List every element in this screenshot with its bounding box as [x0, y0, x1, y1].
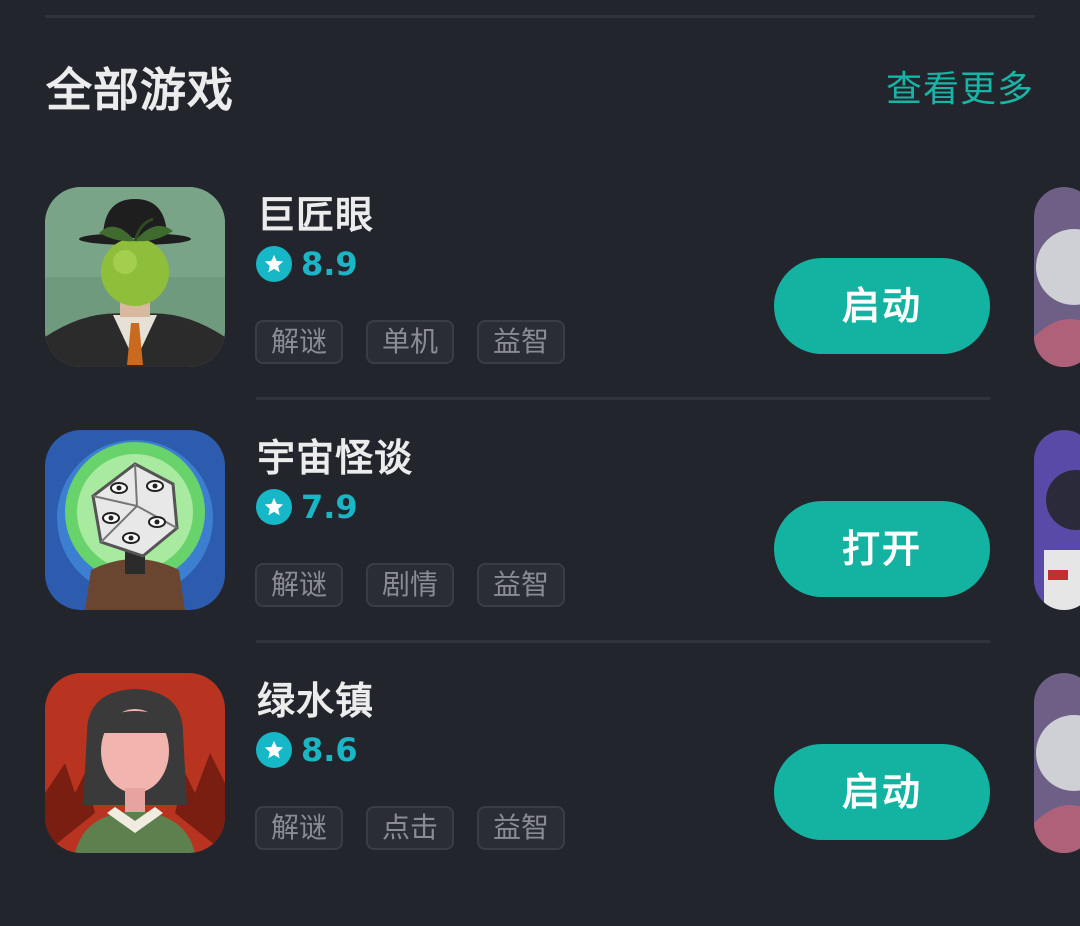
next-card-preview[interactable]: [1034, 673, 1080, 853]
star-icon: [256, 489, 292, 525]
game-item[interactable]: 巨匠眼 8.9 解谜 单机 益智 启动: [0, 187, 1080, 430]
dice-head-man-icon[interactable]: [45, 430, 225, 610]
star-icon: [256, 732, 292, 768]
rating: 8.9: [256, 246, 358, 282]
tag[interactable]: 解谜: [255, 320, 343, 364]
game-name[interactable]: 宇宙怪谈: [257, 434, 413, 482]
tag-list: 解谜 点击 益智: [255, 806, 588, 850]
rating: 8.6: [256, 732, 358, 768]
tag[interactable]: 解谜: [255, 806, 343, 850]
game-name[interactable]: 绿水镇: [257, 677, 374, 725]
faceless-girl-icon[interactable]: [45, 673, 225, 853]
rating-value: 7.9: [301, 488, 358, 526]
tag[interactable]: 单机: [366, 320, 454, 364]
tag[interactable]: 益智: [477, 806, 565, 850]
game-name[interactable]: 巨匠眼: [257, 191, 374, 239]
row-divider: [256, 397, 990, 400]
view-more-link[interactable]: 查看更多: [886, 66, 1034, 114]
game-item[interactable]: 绿水镇 8.6 解谜 点击 益智 启动: [0, 673, 1080, 916]
tag[interactable]: 剧情: [366, 563, 454, 607]
rating-value: 8.6: [301, 731, 358, 769]
tag-list: 解谜 单机 益智: [255, 320, 588, 364]
top-divider: [45, 15, 1035, 18]
row-divider: [256, 640, 990, 643]
star-icon: [256, 246, 292, 282]
tag-list: 解谜 剧情 益智: [255, 563, 588, 607]
tag[interactable]: 益智: [477, 320, 565, 364]
launch-button[interactable]: 启动: [774, 258, 990, 354]
launch-button[interactable]: 启动: [774, 744, 990, 840]
game-item[interactable]: 宇宙怪谈 7.9 解谜 剧情 益智 打开: [0, 430, 1080, 673]
tag[interactable]: 益智: [477, 563, 565, 607]
open-button[interactable]: 打开: [774, 501, 990, 597]
apple-face-man-icon[interactable]: [45, 187, 225, 367]
rating-value: 8.9: [301, 245, 358, 283]
tag[interactable]: 解谜: [255, 563, 343, 607]
tag[interactable]: 点击: [366, 806, 454, 850]
next-card-preview[interactable]: [1034, 187, 1080, 367]
next-card-preview[interactable]: [1034, 430, 1080, 610]
rating: 7.9: [256, 489, 358, 525]
section-title: 全部游戏: [46, 63, 234, 117]
